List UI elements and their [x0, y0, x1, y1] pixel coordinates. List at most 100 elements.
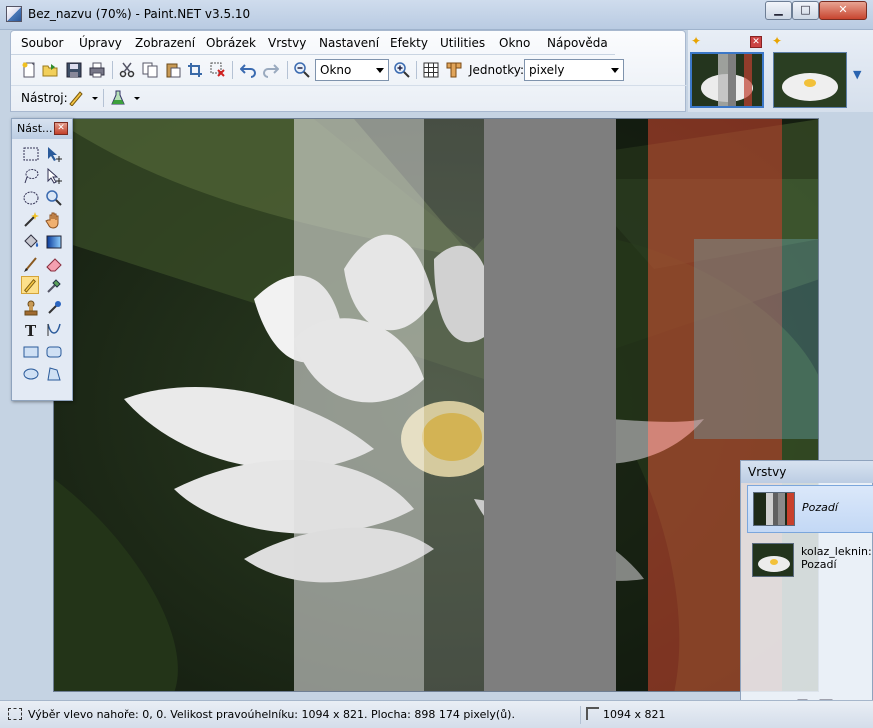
- crop-icon[interactable]: [187, 62, 203, 78]
- open-file-icon[interactable]: [42, 62, 58, 78]
- menu-zobrazeni[interactable]: Zobrazení: [135, 36, 195, 50]
- status-separator: [580, 706, 581, 724]
- chevron-down-icon[interactable]: [129, 90, 145, 106]
- image-canvas[interactable]: [53, 118, 819, 692]
- layer-thumbnail-image: [753, 544, 793, 576]
- lasso-select-tool-icon[interactable]: [22, 167, 40, 185]
- print-icon[interactable]: [89, 62, 105, 78]
- magic-wand-tool-icon[interactable]: [22, 211, 40, 229]
- title-bar: Bez_nazvu (70%) - Paint.NET v3.5.10 ▁ □ …: [0, 0, 873, 30]
- zoom-tool-icon[interactable]: [45, 189, 63, 207]
- recolor-tool-icon[interactable]: [45, 299, 63, 317]
- menu-okno[interactable]: Okno: [499, 36, 530, 50]
- blending-mode-icon[interactable]: [110, 90, 126, 106]
- image-thumbnail-kolaz[interactable]: [773, 52, 847, 108]
- status-bar: Výběr vlevo nahoře: 0, 0. Velikost pravo…: [0, 700, 873, 728]
- color-picker-tool-icon[interactable]: [45, 277, 63, 295]
- layers-window: Vrstvy Pozadí kolaz_leknin: Pozadí: [740, 460, 873, 728]
- close-image-icon[interactable]: ✕: [750, 36, 762, 48]
- eraser-tool-icon[interactable]: [45, 255, 63, 273]
- zoom-select[interactable]: Okno: [315, 59, 389, 81]
- maximize-button[interactable]: □: [792, 1, 819, 20]
- toolbar-separator: [232, 61, 233, 79]
- zoom-out-icon[interactable]: [294, 62, 310, 78]
- menu-bar: Soubor Úpravy Zobrazení Obrázek Vrstvy N…: [11, 31, 615, 55]
- tools-window-close-button[interactable]: ✕: [54, 122, 68, 135]
- menu-vrstvy[interactable]: Vrstvy: [268, 36, 306, 50]
- paintbrush-tool-icon[interactable]: [22, 255, 40, 273]
- menu-obrazek[interactable]: Obrázek: [206, 36, 256, 50]
- grid-icon[interactable]: [423, 62, 439, 78]
- copy-icon[interactable]: [142, 62, 158, 78]
- gradient-tool-icon[interactable]: [45, 233, 63, 251]
- rectangle-select-tool-icon[interactable]: [22, 145, 40, 163]
- thumbnail-image: [774, 53, 846, 107]
- chevron-down-icon: [611, 68, 619, 73]
- image-size-icon: [586, 707, 599, 720]
- undo-icon[interactable]: [240, 62, 256, 78]
- redo-icon[interactable]: [263, 62, 279, 78]
- chevron-down-icon: [376, 68, 384, 73]
- units-value: pixely: [529, 63, 565, 77]
- layer-name-line1: kolaz_leknin:: [801, 545, 872, 558]
- menu-utilities[interactable]: Utilities: [440, 36, 485, 50]
- pan-tool-icon[interactable]: [45, 211, 63, 229]
- main-toolbar: Okno Jednotky: pixely: [11, 57, 687, 83]
- rounded-rectangle-tool-icon[interactable]: [45, 343, 63, 361]
- menu-upravy[interactable]: Úpravy: [79, 36, 122, 50]
- menu-napoveda[interactable]: Nápověda: [547, 36, 608, 50]
- close-button[interactable]: ✕: [819, 1, 867, 20]
- star-icon: ✦: [772, 34, 783, 48]
- clone-stamp-tool-icon[interactable]: [22, 299, 40, 317]
- move-selected-pixels-tool-icon[interactable]: [45, 145, 63, 163]
- layer-thumbnail-image: [754, 493, 794, 525]
- image-thumbnail-strip: ✦ ✕ ✦ ▼: [688, 30, 873, 112]
- svg-text:T: T: [25, 322, 37, 339]
- zoom-in-icon[interactable]: [394, 62, 410, 78]
- units-label: Jednotky:: [469, 63, 524, 77]
- save-icon[interactable]: [66, 62, 82, 78]
- menu-soubor[interactable]: Soubor: [21, 36, 63, 50]
- tool-label: Nástroj:: [21, 91, 68, 105]
- rectangle-tool-icon[interactable]: [22, 343, 40, 361]
- new-file-icon[interactable]: [21, 62, 37, 78]
- toolbar-separator: [103, 89, 104, 107]
- zoom-value: Okno: [320, 63, 352, 77]
- chevron-down-icon[interactable]: [87, 90, 103, 106]
- window-title: Bez_nazvu (70%) - Paint.NET v3.5.10: [28, 7, 251, 21]
- line-curve-tool-icon[interactable]: [45, 321, 63, 339]
- deselect-icon[interactable]: [210, 62, 226, 78]
- layer-thumbnail: [752, 543, 794, 577]
- paintnet-app-icon: [6, 6, 22, 22]
- pencil-icon[interactable]: [68, 90, 84, 106]
- toolbar-separator: [416, 61, 417, 79]
- rulers-icon[interactable]: [446, 62, 462, 78]
- menu-nastaveni[interactable]: Nastavení: [319, 36, 379, 50]
- toolbar-separator: [287, 61, 288, 79]
- move-selection-tool-icon[interactable]: [45, 167, 63, 185]
- selection-icon: [8, 708, 22, 720]
- text-tool-icon[interactable]: T: [22, 321, 40, 339]
- layer-item-kolaz-leknin[interactable]: kolaz_leknin: Pozadí: [747, 537, 873, 585]
- ellipse-tool-icon[interactable]: [22, 365, 40, 383]
- toolbar-panel: Soubor Úpravy Zobrazení Obrázek Vrstvy N…: [10, 30, 687, 112]
- freeform-shape-tool-icon[interactable]: [45, 365, 63, 383]
- layer-name: Pozadí: [802, 501, 838, 514]
- image-thumbnail-current[interactable]: [690, 52, 764, 108]
- tools-window: Nást... ✕ T: [11, 118, 73, 401]
- paint-bucket-tool-icon[interactable]: [22, 233, 40, 251]
- layer-name-line2: Pozadí: [801, 558, 837, 571]
- units-select[interactable]: pixely: [524, 59, 624, 81]
- cut-icon[interactable]: [119, 62, 135, 78]
- layer-item-pozadi[interactable]: Pozadí: [747, 485, 873, 533]
- pencil-tool[interactable]: [21, 276, 39, 294]
- layer-thumbnail: [753, 492, 795, 526]
- toolbar-separator: [112, 61, 113, 79]
- thumbnail-scroll-down-icon[interactable]: ▼: [853, 68, 861, 81]
- paste-icon[interactable]: [165, 62, 181, 78]
- minimize-button[interactable]: ▁: [765, 1, 792, 20]
- image-size: 1094 x 821: [603, 708, 666, 721]
- star-icon: ✦: [691, 34, 702, 48]
- menu-efekty[interactable]: Efekty: [390, 36, 428, 50]
- ellipse-select-tool-icon[interactable]: [22, 189, 40, 207]
